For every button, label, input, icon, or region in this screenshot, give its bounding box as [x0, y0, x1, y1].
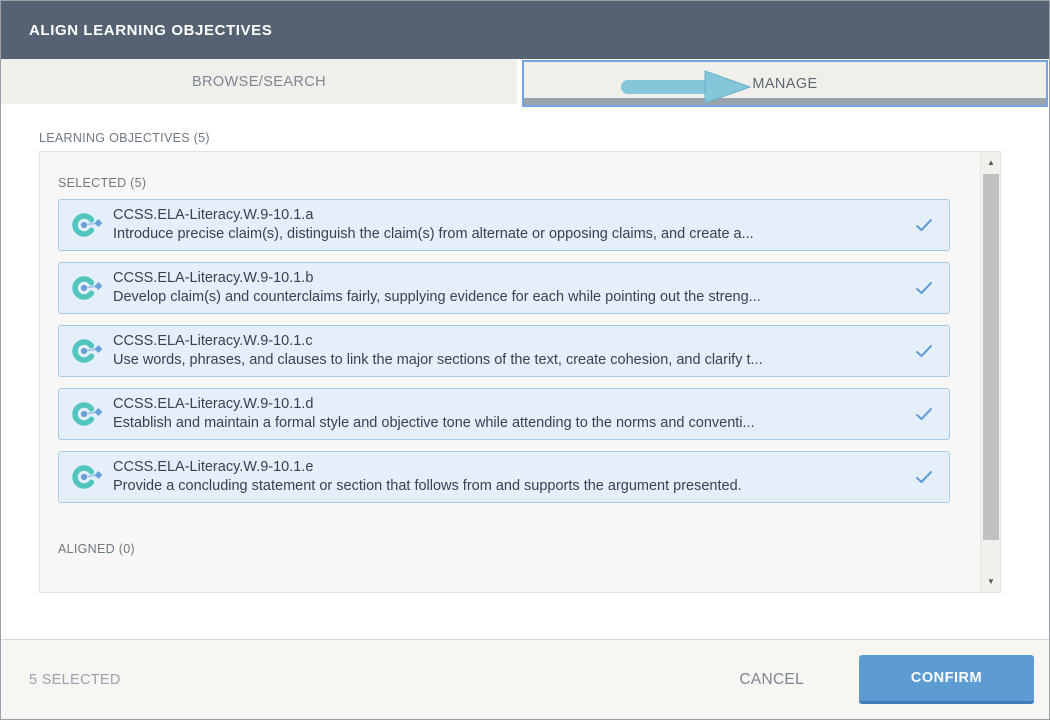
- objective-item[interactable]: CCSS.ELA-Literacy.W.9-10.1.b Develop cla…: [58, 262, 950, 314]
- objective-target-icon: [71, 209, 103, 241]
- objective-description: Use words, phrases, and clauses to link …: [113, 351, 763, 370]
- objective-text: CCSS.ELA-Literacy.W.9-10.1.d Establish a…: [113, 395, 755, 433]
- objective-text: CCSS.ELA-Literacy.W.9-10.1.e Provide a c…: [113, 458, 742, 496]
- objective-target-icon: [71, 335, 103, 367]
- check-icon: [915, 470, 933, 484]
- objective-target-icon: [71, 461, 103, 493]
- learning-objectives-label: LEARNING OBJECTIVES (5): [39, 131, 210, 145]
- tab-manage-bottom-strip: [524, 98, 1046, 105]
- objective-description: Provide a concluding statement or sectio…: [113, 477, 742, 496]
- objective-target-icon: [71, 398, 103, 430]
- dialog-footer: 5 SELECTED CANCEL CONFIRM: [1, 639, 1049, 719]
- check-icon: [915, 344, 933, 358]
- objective-item[interactable]: CCSS.ELA-Literacy.W.9-10.1.a Introduce p…: [58, 199, 950, 251]
- objective-item[interactable]: CCSS.ELA-Literacy.W.9-10.1.c Use words, …: [58, 325, 950, 377]
- tab-manage-label: MANAGE: [752, 76, 817, 92]
- confirm-button[interactable]: CONFIRM: [859, 655, 1034, 704]
- objective-text: CCSS.ELA-Literacy.W.9-10.1.b Develop cla…: [113, 269, 761, 307]
- objective-code: CCSS.ELA-Literacy.W.9-10.1.a: [113, 206, 754, 225]
- objective-item[interactable]: CCSS.ELA-Literacy.W.9-10.1.d Establish a…: [58, 388, 950, 440]
- dialog-title: ALIGN LEARNING OBJECTIVES: [29, 22, 272, 39]
- tab-browse-search[interactable]: BROWSE/SEARCH: [1, 59, 517, 104]
- objective-text: CCSS.ELA-Literacy.W.9-10.1.c Use words, …: [113, 332, 763, 370]
- scrollbar-down-icon[interactable]: ▼: [981, 573, 1001, 590]
- cancel-button[interactable]: CANCEL: [739, 671, 804, 689]
- aligned-group-label: ALIGNED (0): [58, 542, 1000, 556]
- objective-code: CCSS.ELA-Literacy.W.9-10.1.e: [113, 458, 742, 477]
- objectives-panel: SELECTED (5) CCSS.ELA-Literacy.W.9-10.1.…: [39, 151, 1001, 593]
- manage-annotation-arrow-icon: [619, 68, 754, 104]
- scrollbar-up-icon[interactable]: ▲: [981, 154, 1001, 171]
- objective-code: CCSS.ELA-Literacy.W.9-10.1.c: [113, 332, 763, 351]
- check-icon: [915, 218, 933, 232]
- check-icon: [915, 281, 933, 295]
- align-learning-objectives-dialog: ALIGN LEARNING OBJECTIVES BROWSE/SEARCH …: [0, 0, 1050, 720]
- check-icon: [915, 407, 933, 421]
- objective-text: CCSS.ELA-Literacy.W.9-10.1.a Introduce p…: [113, 206, 754, 244]
- selected-group-label: SELECTED (5): [58, 176, 1000, 190]
- tab-manage[interactable]: MANAGE: [522, 60, 1048, 107]
- tab-browse-search-label: BROWSE/SEARCH: [192, 74, 326, 90]
- objective-code: CCSS.ELA-Literacy.W.9-10.1.b: [113, 269, 761, 288]
- objective-code: CCSS.ELA-Literacy.W.9-10.1.d: [113, 395, 755, 414]
- objective-description: Establish and maintain a formal style an…: [113, 414, 755, 433]
- objective-item[interactable]: CCSS.ELA-Literacy.W.9-10.1.e Provide a c…: [58, 451, 950, 503]
- objective-target-icon: [71, 272, 103, 304]
- tab-bar: BROWSE/SEARCH MANAGE: [1, 59, 1049, 108]
- panel-scrollbar[interactable]: ▲ ▼: [980, 152, 1000, 592]
- objective-description: Develop claim(s) and counterclaims fairl…: [113, 288, 761, 307]
- scrollbar-thumb[interactable]: [983, 174, 999, 540]
- objective-description: Introduce precise claim(s), distinguish …: [113, 225, 754, 244]
- dialog-header: ALIGN LEARNING OBJECTIVES: [1, 1, 1049, 59]
- selected-count-label: 5 SELECTED: [29, 672, 121, 688]
